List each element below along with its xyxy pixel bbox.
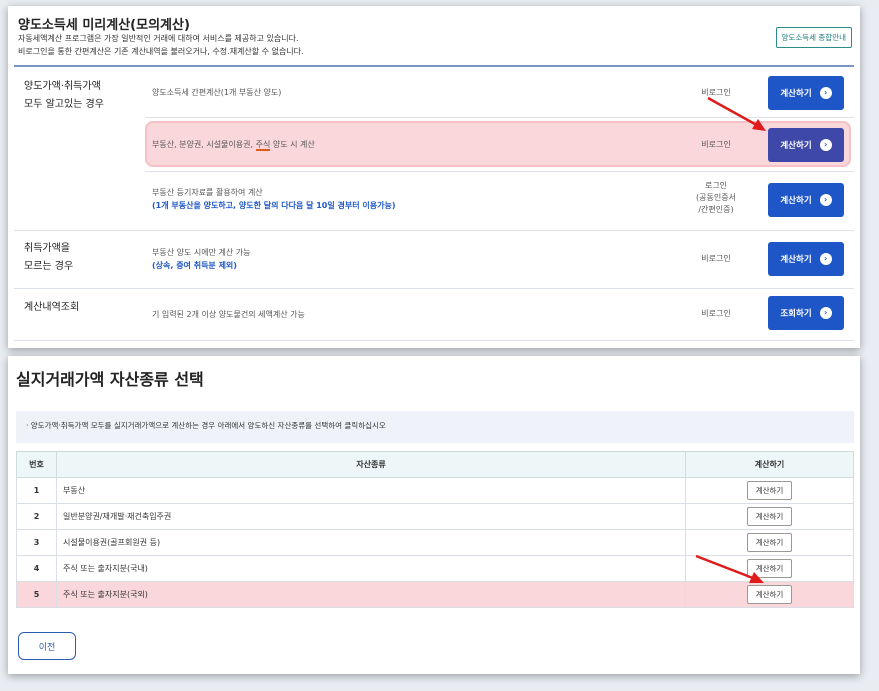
row-number: 3 bbox=[16, 529, 57, 556]
row-description: 부동산 등기자료를 활용하여 계산 (1개 부동산을 양도하고, 양도한 달의 … bbox=[152, 186, 395, 212]
category-label: 양도가액·취득가액 bbox=[24, 81, 101, 92]
category-history: 계산내역조회 bbox=[24, 302, 80, 313]
action-cell: 계산하기 bbox=[685, 503, 854, 530]
category-label: 취득가액을 bbox=[24, 243, 70, 254]
desc-text: 양도 시 계산 bbox=[270, 140, 315, 149]
row-number: 4 bbox=[16, 555, 57, 582]
button-label: 계산하기 bbox=[780, 89, 812, 99]
desc-mark-stock: 주식 bbox=[255, 140, 271, 151]
button-label: 조회하기 bbox=[780, 309, 812, 319]
table-header-row: 번호 자산종류 계산하기 bbox=[16, 451, 854, 478]
header-action: 계산하기 bbox=[685, 451, 854, 478]
description-line-1: 자동세액계산 프로그램은 가장 일반적인 거래에 대하여 서비스를 제공하고 있… bbox=[18, 34, 299, 43]
row-divider bbox=[145, 171, 854, 172]
calculate-button[interactable]: 계산하기 › bbox=[768, 242, 844, 276]
previous-button[interactable]: 이전 bbox=[18, 632, 76, 660]
section-divider bbox=[14, 230, 854, 231]
login-type: 로그인 (공동인증서 /간편인증) bbox=[686, 180, 746, 216]
category-known-prices: 양도가액·취득가액 모두 알고있는 경우 bbox=[24, 78, 104, 114]
chevron-right-icon: › bbox=[819, 307, 832, 319]
button-label: 계산하기 bbox=[780, 196, 812, 206]
desc-text: 부동산 등기자료를 활용하여 계산 bbox=[152, 188, 263, 197]
calculate-button[interactable]: 계산하기 › bbox=[768, 183, 844, 217]
asset-name: 부동산 bbox=[56, 477, 686, 504]
login-line: (공동인증서 bbox=[696, 193, 736, 202]
desc-text: 부동산 양도 시에만 계산 가능 bbox=[152, 248, 251, 257]
desc-note: (1개 부동산을 양도하고, 양도한 달의 다다음 달 10일 경부터 이용가능… bbox=[152, 201, 396, 210]
asset-type-panel: 실지거래가액 자산종류 선택 · 양도가액·취득가액 모두를 실지거래가액으로 … bbox=[8, 356, 860, 674]
action-cell: 계산하기 bbox=[685, 477, 854, 504]
row-description: 부동산 양도 시에만 계산 가능 (상속, 증여 취득분 제외) bbox=[152, 246, 251, 272]
lookup-button[interactable]: 조회하기 › bbox=[768, 296, 844, 330]
row-description: 부동산, 분양권, 시설물이용권, 주식 양도 시 계산 bbox=[152, 138, 315, 151]
header-asset-type: 자산종류 bbox=[56, 451, 686, 478]
button-label: 계산하기 bbox=[780, 141, 812, 151]
notice-box: · 양도가액·취득가액 모두를 실지거래가액으로 계산하는 경우 아래에서 양도… bbox=[16, 411, 854, 443]
row-description: 기 입력된 2개 이상 양도물건의 세액계산 가능 bbox=[152, 310, 305, 319]
login-line: 로그인 bbox=[704, 181, 728, 190]
desc-note: (상속, 증여 취득분 제외) bbox=[152, 261, 237, 270]
category-label: 모두 알고있는 경우 bbox=[24, 99, 104, 110]
table-row: 1 부동산 계산하기 bbox=[16, 477, 854, 504]
annotation-arrow-icon bbox=[695, 554, 764, 583]
page-title: 실지거래가액 자산종류 선택 bbox=[16, 370, 204, 389]
calculate-button[interactable]: 계산하기 bbox=[746, 533, 793, 552]
simulated-calc-panel: 양도소득세 미리계산(모의계산) 자동세액계산 프로그램은 가장 일반적인 거래… bbox=[8, 6, 860, 348]
login-type: 비로그인 bbox=[701, 309, 731, 318]
login-type: 비로그인 bbox=[701, 254, 731, 263]
category-unknown-acquisition: 취득가액을 모르는 경우 bbox=[24, 240, 73, 276]
calculate-button[interactable]: 계산하기 › bbox=[768, 76, 844, 110]
header-divider bbox=[14, 65, 854, 67]
row-number: 5 bbox=[16, 581, 57, 608]
button-label: 계산하기 bbox=[780, 255, 812, 265]
description-line-2: 비로그인을 통한 간편계산은 기존 계산내역을 불러오거나, 수정.재계산할 수… bbox=[18, 47, 304, 56]
row-number: 1 bbox=[16, 477, 57, 504]
calculate-button[interactable]: 계산하기 bbox=[746, 481, 793, 500]
login-type: 비로그인 bbox=[701, 140, 731, 149]
desc-text: 부동산, 분양권, 시설물이용권, bbox=[152, 140, 256, 149]
calculate-button[interactable]: 계산하기 › bbox=[768, 128, 844, 162]
row-number: 2 bbox=[16, 503, 57, 530]
section-divider bbox=[14, 340, 854, 341]
chevron-right-icon: › bbox=[819, 253, 832, 265]
row-description: 양도소득세 간편계산(1개 부동산 양도) bbox=[152, 88, 282, 97]
chevron-right-icon: › bbox=[819, 139, 832, 151]
section-divider bbox=[14, 288, 854, 289]
header-num: 번호 bbox=[16, 451, 57, 478]
tax-guide-button[interactable]: 양도소득세 종합안내 bbox=[775, 27, 852, 48]
panel-title: 양도소득세 미리계산(모의계산) bbox=[18, 18, 190, 33]
asset-name: 주식 또는 출자지분(국외) bbox=[56, 581, 686, 608]
asset-name: 주식 또는 출자지분(국내) bbox=[56, 555, 686, 582]
asset-name: 시설물이용권(골프회원권 등) bbox=[56, 529, 686, 556]
login-line: /간편인증) bbox=[698, 205, 734, 214]
category-label: 모르는 경우 bbox=[24, 261, 74, 272]
table-row: 2 일반분양권/재개발·재건축입주권 계산하기 bbox=[16, 503, 854, 530]
chevron-right-icon: › bbox=[819, 194, 832, 206]
chevron-right-icon: › bbox=[819, 87, 832, 99]
asset-name: 일반분양권/재개발·재건축입주권 bbox=[56, 503, 686, 530]
annotation-arrow-icon bbox=[707, 96, 766, 131]
calculate-button[interactable]: 계산하기 bbox=[746, 507, 793, 526]
